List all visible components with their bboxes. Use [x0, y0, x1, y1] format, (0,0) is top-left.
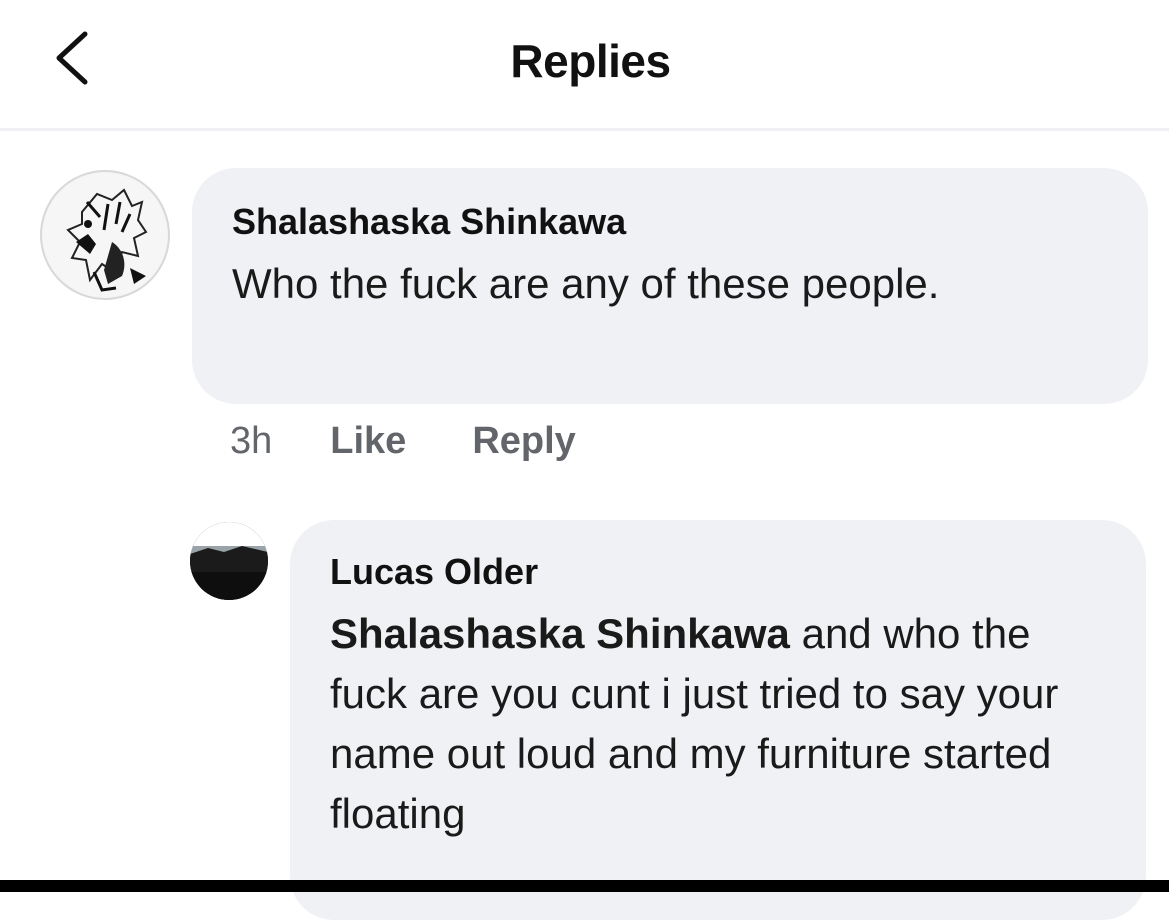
comment-text: Who the fuck are any of these people.	[232, 260, 940, 307]
reply-bubble: Lucas Older Shalashaska Shinkawa and who…	[290, 520, 1146, 920]
landscape-photo-avatar	[190, 522, 268, 600]
comment-text: Shalashaska Shinkawa and who the fuck ar…	[330, 604, 1106, 844]
sketch-portrait-avatar	[43, 173, 167, 297]
reply-button[interactable]: Reply	[472, 420, 575, 463]
avatar[interactable]	[190, 522, 268, 600]
top-bar: Replies	[0, 0, 1169, 131]
comment-author[interactable]: Lucas Older	[330, 550, 1106, 594]
avatar[interactable]	[40, 170, 170, 300]
comment-bubble: Shalashaska Shinkawa Who the fuck are an…	[192, 168, 1148, 404]
mention-link[interactable]: Shalashaska Shinkawa	[330, 610, 790, 657]
comment-actions: 3h Like Reply	[230, 416, 576, 466]
like-button[interactable]: Like	[330, 420, 406, 463]
bottom-edge	[0, 880, 1169, 892]
comment-author[interactable]: Shalashaska Shinkawa	[232, 200, 1108, 244]
page-title: Replies	[510, 35, 671, 87]
comment-timestamp: 3h	[230, 419, 273, 462]
